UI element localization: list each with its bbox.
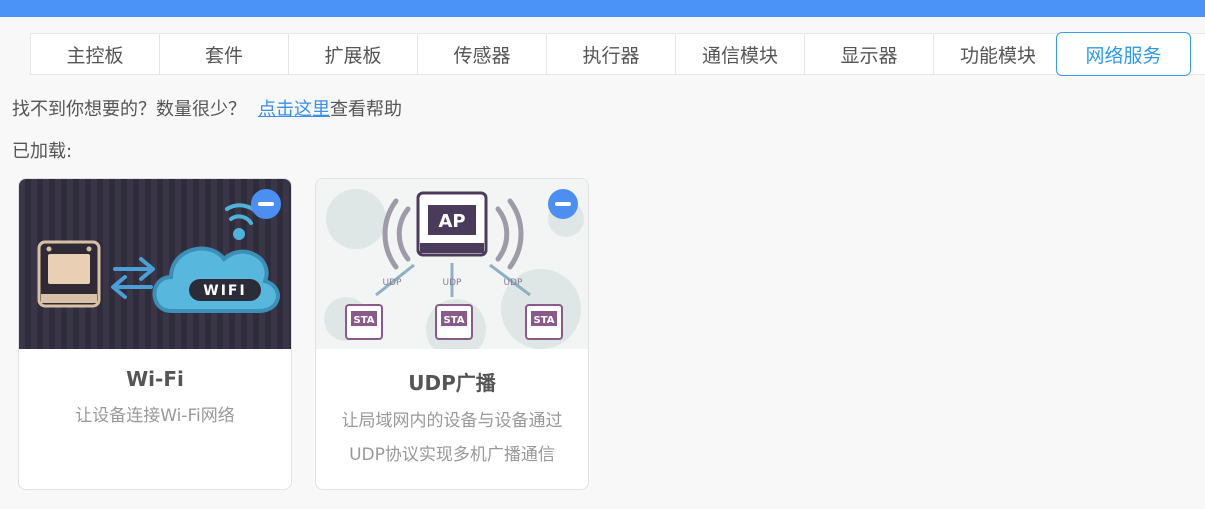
sta-board-icon: STA	[435, 304, 473, 340]
tab-main-board[interactable]: 主控板	[31, 34, 160, 74]
tab-actuators[interactable]: 执行器	[547, 34, 676, 74]
tab-communication[interactable]: 通信模块	[676, 34, 805, 74]
wifi-card-title: Wi-Fi	[126, 367, 184, 391]
help-prefix: 找不到你想要的？数量很少？	[12, 99, 246, 120]
tab-expansion-board[interactable]: 扩展板	[289, 34, 418, 74]
help-text: 找不到你想要的？数量很少？ 点击这里查看帮助	[12, 95, 402, 121]
svg-text:UDP: UDP	[443, 278, 463, 288]
ap-board-icon: AP	[416, 191, 488, 257]
extension-card-wifi[interactable]: WIFI Wi-Fi 让设备连接Wi-Fi网络	[18, 178, 292, 490]
remove-wifi-button[interactable]	[251, 189, 281, 219]
svg-text:STA: STA	[444, 315, 465, 326]
help-suffix: 查看帮助	[330, 99, 402, 120]
svg-text:UDP: UDP	[383, 278, 403, 288]
sta-board-icon: STA	[525, 304, 563, 340]
wifi-card-image: WIFI	[19, 179, 291, 349]
tab-kits[interactable]: 套件	[160, 34, 289, 74]
tab-function-modules[interactable]: 功能模块	[934, 34, 1063, 74]
board-icon	[37, 240, 101, 308]
tab-network-services[interactable]: 网络服务	[1056, 32, 1191, 76]
udp-desc-line-2: UDP协议实现多机广播通信	[349, 445, 555, 465]
wifi-card-desc: 让设备连接Wi-Fi网络	[19, 399, 291, 433]
svg-text:STA: STA	[354, 315, 375, 326]
tab-sensors[interactable]: 传感器	[418, 34, 547, 74]
tab-displays[interactable]: 显示器	[805, 34, 934, 74]
category-tabs: 主控板 套件 扩展板 传感器 执行器 通信模块 显示器 功能模块 网络服务	[30, 32, 1205, 76]
extension-card-udp[interactable]: AP UDP UDP UDP STA STA STA UDP广播 让局域网内的设…	[315, 178, 589, 490]
remove-udp-button[interactable]	[548, 189, 578, 219]
svg-text:STA: STA	[534, 315, 555, 326]
wifi-desc-line: 让设备连接Wi-Fi网络	[75, 406, 235, 426]
udp-card-desc: 让局域网内的设备与设备通过 UDP协议实现多机广播通信	[316, 404, 588, 472]
sta-board-icon: STA	[345, 304, 383, 340]
top-bar	[0, 0, 1205, 17]
help-link[interactable]: 点击这里	[258, 99, 330, 120]
loaded-label: 已加载:	[12, 141, 73, 162]
ap-label: AP	[438, 211, 465, 232]
cloud-wifi-label: WIFI	[203, 283, 246, 299]
svg-text:UDP: UDP	[504, 278, 524, 288]
udp-desc-line-1: 让局域网内的设备与设备通过	[341, 411, 563, 431]
udp-card-image: AP UDP UDP UDP STA STA STA	[316, 179, 588, 349]
udp-card-title: UDP广播	[408, 371, 496, 395]
